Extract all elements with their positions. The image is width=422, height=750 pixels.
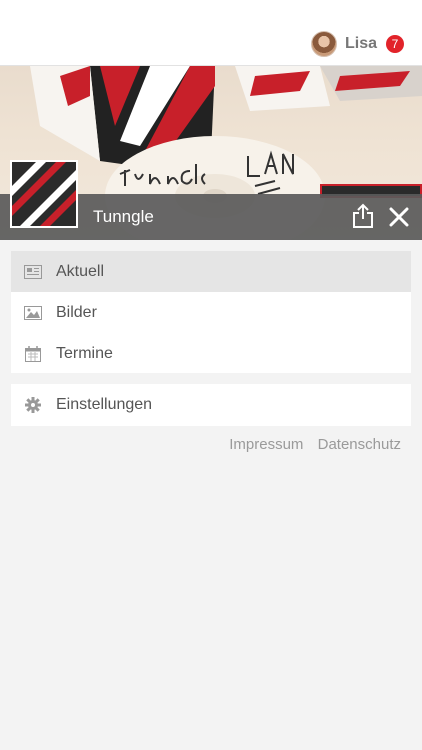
top-bar: Lisa 7 [0, 0, 422, 66]
avatar[interactable] [310, 31, 337, 57]
app-logo [10, 160, 78, 228]
close-icon[interactable] [389, 207, 409, 227]
footer-links: Impressum Datenschutz [219, 436, 401, 453]
gear-icon [24, 396, 42, 414]
settings-menu: Einstellungen [11, 384, 411, 426]
username[interactable]: Lisa [345, 35, 377, 53]
menu-item-termine[interactable]: Termine [11, 333, 411, 374]
calendar-icon [24, 345, 42, 363]
impressum-link[interactable]: Impressum [229, 436, 303, 453]
user-menu[interactable]: Lisa 7 [310, 30, 404, 58]
menu-item-bilder[interactable]: Bilder [11, 292, 411, 333]
menu-item-label: Termine [56, 344, 113, 362]
newspaper-icon [24, 263, 42, 281]
menu-item-einstellungen[interactable]: Einstellungen [11, 384, 411, 425]
notification-badge[interactable]: 7 [386, 35, 404, 53]
menu-item-aktuell[interactable]: Aktuell [11, 251, 411, 292]
menu-item-label: Einstellungen [56, 395, 153, 413]
menu-item-label: Aktuell [56, 262, 105, 280]
share-icon[interactable] [352, 203, 374, 229]
page-title: Tunngle [93, 207, 154, 226]
datenschutz-link[interactable]: Datenschutz [318, 436, 401, 453]
image-icon [24, 304, 42, 322]
menu-item-label: Bilder [56, 303, 97, 321]
main-menu: Aktuell Bilder Termine [11, 251, 411, 373]
